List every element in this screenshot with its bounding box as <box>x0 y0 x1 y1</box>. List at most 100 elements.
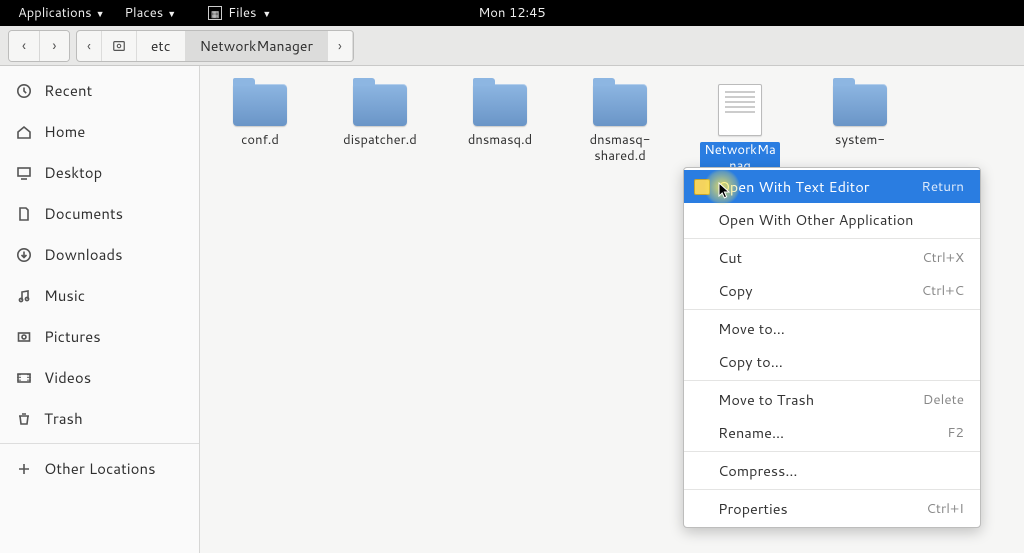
path-next-button[interactable]: › <box>328 31 353 61</box>
sidebar-item-videos[interactable]: Videos <box>0 357 199 398</box>
menu-item[interactable]: Open With Text Editor Return <box>684 170 980 203</box>
sidebar-item-music[interactable]: Music <box>0 275 199 316</box>
menu-item-label: Cut <box>718 247 742 268</box>
sidebar-item-documents[interactable]: Documents <box>0 193 199 234</box>
menu-item-label: Move to Trash <box>718 389 814 410</box>
app-menu-label: Files <box>228 4 256 22</box>
folder-icon <box>353 84 407 126</box>
sidebar-item-downloads[interactable]: Downloads <box>0 234 199 275</box>
nav-buttons: ‹ › <box>8 30 70 62</box>
disk-icon <box>112 39 126 53</box>
menu-item-accel: Ctrl+I <box>926 499 964 518</box>
sidebar-item-label: Pictures <box>44 326 101 347</box>
menu-item-label: Compress… <box>718 460 798 481</box>
menu-item[interactable]: Properties Ctrl+I <box>684 492 980 525</box>
plus-icon <box>16 461 32 477</box>
app-menu[interactable]: ▦ Files ▼ <box>198 4 281 22</box>
file-item[interactable]: dnsmasq-shared.d <box>580 84 660 175</box>
sidebar: Recent Home Desktop Documents Downloads … <box>0 66 200 553</box>
folder-icon <box>233 84 287 126</box>
menu-item[interactable]: Open With Other Application <box>684 203 980 236</box>
menu-item[interactable]: Compress… <box>684 454 980 487</box>
desktop-icon <box>16 165 32 181</box>
file-item[interactable]: conf.d <box>220 84 300 175</box>
menu-item[interactable]: Copy Ctrl+C <box>684 274 980 307</box>
forward-button[interactable]: › <box>39 31 69 61</box>
clock-icon <box>16 83 32 99</box>
menu-item-label: Move to… <box>718 318 785 339</box>
sidebar-item-label: Recent <box>44 80 92 101</box>
menu-item-accel: F2 <box>947 423 964 442</box>
sidebar-item-label: Desktop <box>44 162 102 183</box>
downloads-icon <box>16 247 32 263</box>
sidebar-item-other-locations[interactable]: Other Locations <box>0 448 199 489</box>
home-icon <box>16 124 32 140</box>
toolbar: ‹ › ‹ etc NetworkManager › <box>0 26 1024 66</box>
file-item[interactable]: dnsmasq.d <box>460 84 540 175</box>
sidebar-item-label: Music <box>44 285 85 306</box>
places-menu-label: Places <box>125 4 164 22</box>
menu-item[interactable]: Move to Trash Delete <box>684 383 980 416</box>
file-item[interactable]: dispatcher.d <box>340 84 420 175</box>
chevron-down-icon: ▼ <box>167 7 176 20</box>
file-label: system- <box>833 132 887 150</box>
text-editor-icon <box>694 179 710 195</box>
sidebar-item-label: Trash <box>44 408 83 429</box>
menu-item-accel: Ctrl+X <box>922 248 964 267</box>
document-icon <box>718 84 762 136</box>
context-menu: Open With Text Editor Return Open With Oth… <box>683 167 981 528</box>
sidebar-item-label: Home <box>44 121 85 142</box>
file-item[interactable]: NetworkManag <box>700 84 780 175</box>
sidebar-item-desktop[interactable]: Desktop <box>0 152 199 193</box>
menu-item-accel: Ctrl+C <box>922 281 964 300</box>
menu-item-label: Properties <box>718 498 788 519</box>
documents-icon <box>16 206 32 222</box>
menu-item-label: Copy to… <box>718 351 783 372</box>
folder-icon <box>473 84 527 126</box>
path-prev-button[interactable]: ‹ <box>77 31 102 61</box>
path-bar: ‹ etc NetworkManager › <box>76 30 354 62</box>
files-app-icon: ▦ <box>208 6 222 20</box>
menu-separator <box>684 238 980 239</box>
menu-item-accel: Delete <box>923 390 964 409</box>
applications-menu[interactable]: Applications ▼ <box>8 4 115 22</box>
chevron-down-icon: ▼ <box>262 7 271 20</box>
menu-item[interactable]: Copy to… <box>684 345 980 378</box>
file-item[interactable]: system- <box>820 84 900 175</box>
menu-item-label: Open With Other Application <box>718 209 914 230</box>
menu-item[interactable]: Move to… <box>684 312 980 345</box>
sidebar-item-pictures[interactable]: Pictures <box>0 316 199 357</box>
menu-item[interactable]: Rename… F2 <box>684 416 980 449</box>
file-label: dispatcher.d <box>341 132 419 150</box>
file-label: dnsmasq-shared.d <box>580 132 660 165</box>
path-segment-current[interactable]: NetworkManager <box>186 31 328 61</box>
folder-icon <box>593 84 647 126</box>
file-label: dnsmasq.d <box>466 132 534 150</box>
videos-icon <box>16 370 32 386</box>
sidebar-item-trash[interactable]: Trash <box>0 398 199 439</box>
menu-item-label: Open With Text Editor <box>718 176 869 197</box>
menu-separator <box>684 489 980 490</box>
path-segment-etc[interactable]: etc <box>137 31 186 61</box>
trash-icon <box>16 411 32 427</box>
music-icon <box>16 288 32 304</box>
menu-separator <box>684 380 980 381</box>
sidebar-item-label: Downloads <box>44 244 123 265</box>
menu-item[interactable]: Cut Ctrl+X <box>684 241 980 274</box>
path-disk-icon[interactable] <box>102 31 137 61</box>
sidebar-item-recent[interactable]: Recent <box>0 70 199 111</box>
menu-item-accel: Return <box>921 177 964 196</box>
sidebar-item-label: Documents <box>44 203 123 224</box>
clock[interactable]: Mon 12:45 <box>478 4 545 22</box>
sidebar-item-label: Other Locations <box>44 458 156 479</box>
sidebar-item-home[interactable]: Home <box>0 111 199 152</box>
menu-item-label: Copy <box>718 280 753 301</box>
places-menu[interactable]: Places ▼ <box>115 4 187 22</box>
menu-item-label: Rename… <box>718 422 784 443</box>
gnome-top-bar: Applications ▼ Places ▼ ▦ Files ▼ Mon 12… <box>0 0 1024 26</box>
menu-separator <box>684 451 980 452</box>
clock-label: Mon 12:45 <box>478 4 545 22</box>
menu-separator <box>684 309 980 310</box>
pictures-icon <box>16 329 32 345</box>
back-button[interactable]: ‹ <box>9 31 39 61</box>
